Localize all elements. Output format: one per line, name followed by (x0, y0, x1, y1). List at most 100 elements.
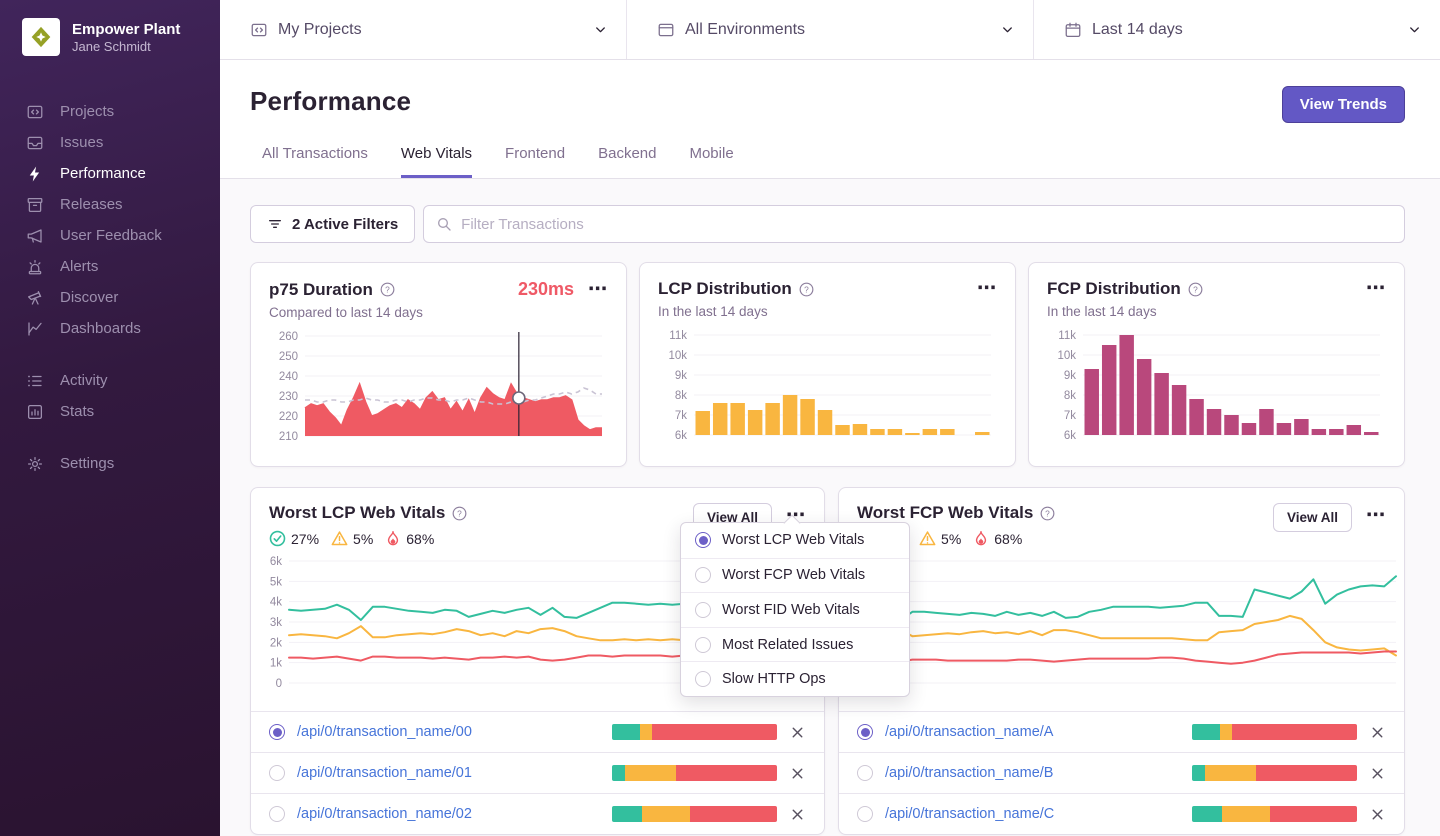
fire-icon (976, 530, 987, 545)
transaction-radio[interactable] (857, 765, 873, 781)
svg-text:6k: 6k (270, 556, 282, 568)
search-input[interactable] (461, 215, 1392, 233)
view-all-button[interactable]: View All (1272, 503, 1352, 532)
siren-icon (28, 259, 42, 274)
p75-value: 230ms (517, 279, 574, 299)
card-menu-button[interactable]: ⋯ (1366, 506, 1386, 525)
tab-web-vitals[interactable]: Web Vitals (400, 145, 473, 178)
transaction-radio[interactable] (269, 724, 285, 740)
svg-text:240: 240 (279, 371, 298, 383)
sidebar-item-dashboards[interactable]: Dashboards (0, 313, 220, 344)
transaction-link[interactable]: /api/0/transaction_name/C (885, 806, 1180, 822)
telescope-icon (27, 290, 42, 305)
card-menu-button[interactable]: ⋯ (977, 279, 997, 298)
org-name: Empower Plant (72, 20, 181, 38)
close-icon[interactable] (789, 724, 806, 741)
sidebar-item-stats[interactable]: Stats (0, 396, 220, 427)
tab-all-transactions[interactable]: All Transactions (262, 145, 368, 178)
radio-icon (695, 532, 711, 549)
help-icon[interactable]: ? (1040, 506, 1055, 521)
sidebar-item-label: Discover (60, 289, 119, 306)
org-brand[interactable]: Empower Plant Jane Schmidt (0, 0, 220, 66)
vitals-breakdown-bar (1192, 765, 1357, 781)
chevron-down-icon (593, 22, 608, 37)
transaction-link[interactable]: /api/0/transaction_name/01 (297, 765, 600, 781)
page-title: Performance (250, 86, 412, 116)
sidebar-item-user-feedback[interactable]: User Feedback (0, 220, 220, 251)
menu-option-label: Worst FCP Web Vitals (722, 567, 866, 584)
transaction-link[interactable]: /api/0/transaction_name/B (885, 765, 1180, 781)
view-trends-button[interactable]: View Trends (1281, 86, 1405, 123)
sidebar-item-releases[interactable]: Releases (0, 189, 220, 220)
date-range-selector[interactable]: Last 14 days (1033, 0, 1440, 59)
sidebar-item-projects[interactable]: Projects (0, 96, 220, 127)
projects-icon (27, 105, 43, 118)
transaction-link[interactable]: /api/0/transaction_name/00 (297, 724, 600, 740)
lcp-distribution-card: LCP Distribution ? ⋯ In the last 14 days… (639, 262, 1016, 467)
meh-badge-value: 5% (941, 530, 962, 547)
menu-option-slow-http[interactable]: Slow HTTP Ops (681, 661, 909, 696)
sidebar-item-settings[interactable]: Settings (0, 448, 220, 479)
sidebar-item-performance[interactable]: Performance (0, 158, 220, 189)
transaction-row: /api/0/transaction_name/C (839, 793, 1404, 834)
project-selector[interactable]: My Projects (220, 0, 626, 59)
card-menu-button[interactable]: ⋯ (588, 280, 608, 299)
diamond-logo-icon (31, 26, 51, 48)
chevron-down-icon (1407, 22, 1422, 37)
help-icon[interactable]: ? (799, 282, 814, 297)
help-icon[interactable]: ? (380, 282, 395, 297)
help-icon[interactable]: ? (1188, 282, 1203, 297)
menu-option-label: Slow HTTP Ops (722, 671, 826, 688)
vitals-breakdown-bar (612, 765, 777, 781)
chart-line-icon (28, 321, 42, 336)
close-icon[interactable] (1369, 806, 1386, 823)
vitals-breakdown-bar (1192, 724, 1357, 740)
bar-chart-icon (27, 404, 43, 419)
transaction-radio[interactable] (857, 806, 873, 822)
tab-mobile[interactable]: Mobile (689, 145, 733, 178)
meh-badge: 5% (331, 530, 373, 547)
sidebar-item-label: Stats (60, 403, 95, 420)
menu-option-worst-fcp[interactable]: Worst FCP Web Vitals (681, 557, 909, 593)
sidebar-item-discover[interactable]: Discover (0, 282, 220, 313)
transaction-link[interactable]: /api/0/transaction_name/02 (297, 806, 600, 822)
svg-text:11k: 11k (1058, 330, 1076, 342)
tab-frontend[interactable]: Frontend (505, 145, 565, 178)
svg-text:?: ? (804, 284, 809, 294)
close-icon[interactable] (1369, 724, 1386, 741)
sidebar-item-activity[interactable]: Activity (0, 365, 220, 396)
radio-icon (695, 601, 711, 618)
svg-text:3k: 3k (270, 617, 282, 629)
card-menu-button[interactable]: ⋯ (1366, 279, 1386, 298)
vitals-breakdown-bar (612, 806, 777, 822)
menu-option-related-issues[interactable]: Most Related Issues (681, 626, 909, 662)
transaction-radio[interactable] (857, 724, 873, 740)
svg-text:2k: 2k (270, 637, 282, 649)
worst-fcp-vitals-card: Worst FCP Web Vitals ? 27% (838, 487, 1405, 835)
menu-option-worst-fid[interactable]: Worst FID Web Vitals (681, 592, 909, 627)
card-subtitle: In the last 14 days (658, 304, 768, 319)
sidebar-item-issues[interactable]: Issues (0, 127, 220, 158)
card-subtitle: Compared to last 14 days (269, 305, 423, 320)
close-icon[interactable] (789, 765, 806, 782)
transaction-link[interactable]: /api/0/transaction_name/A (885, 724, 1180, 740)
card-title: FCP Distribution (1047, 279, 1181, 298)
close-icon[interactable] (789, 806, 806, 823)
active-filters-button[interactable]: 2 Active Filters (250, 205, 416, 243)
card-title: LCP Distribution (658, 279, 792, 298)
svg-text:8k: 8k (675, 390, 687, 402)
date-range-value: Last 14 days (1092, 20, 1183, 38)
sidebar-item-label: Releases (60, 196, 123, 213)
transaction-radio[interactable] (269, 806, 285, 822)
lcp-distribution-chart: 6k 7k 8k 9k 10k 11k (658, 329, 997, 449)
transaction-radio[interactable] (269, 765, 285, 781)
close-icon[interactable] (1369, 765, 1386, 782)
svg-text:260: 260 (279, 331, 298, 343)
environment-selector[interactable]: All Environments (626, 0, 1033, 59)
help-icon[interactable]: ? (452, 506, 467, 521)
menu-option-worst-lcp[interactable]: Worst LCP Web Vitals (681, 523, 909, 558)
sidebar-item-alerts[interactable]: Alerts (0, 251, 220, 282)
transaction-list: /api/0/transaction_name/A/api/0/transact… (839, 711, 1404, 834)
performance-tabs: All Transactions Web Vitals Frontend Bac… (250, 145, 1405, 178)
tab-backend[interactable]: Backend (598, 145, 656, 178)
